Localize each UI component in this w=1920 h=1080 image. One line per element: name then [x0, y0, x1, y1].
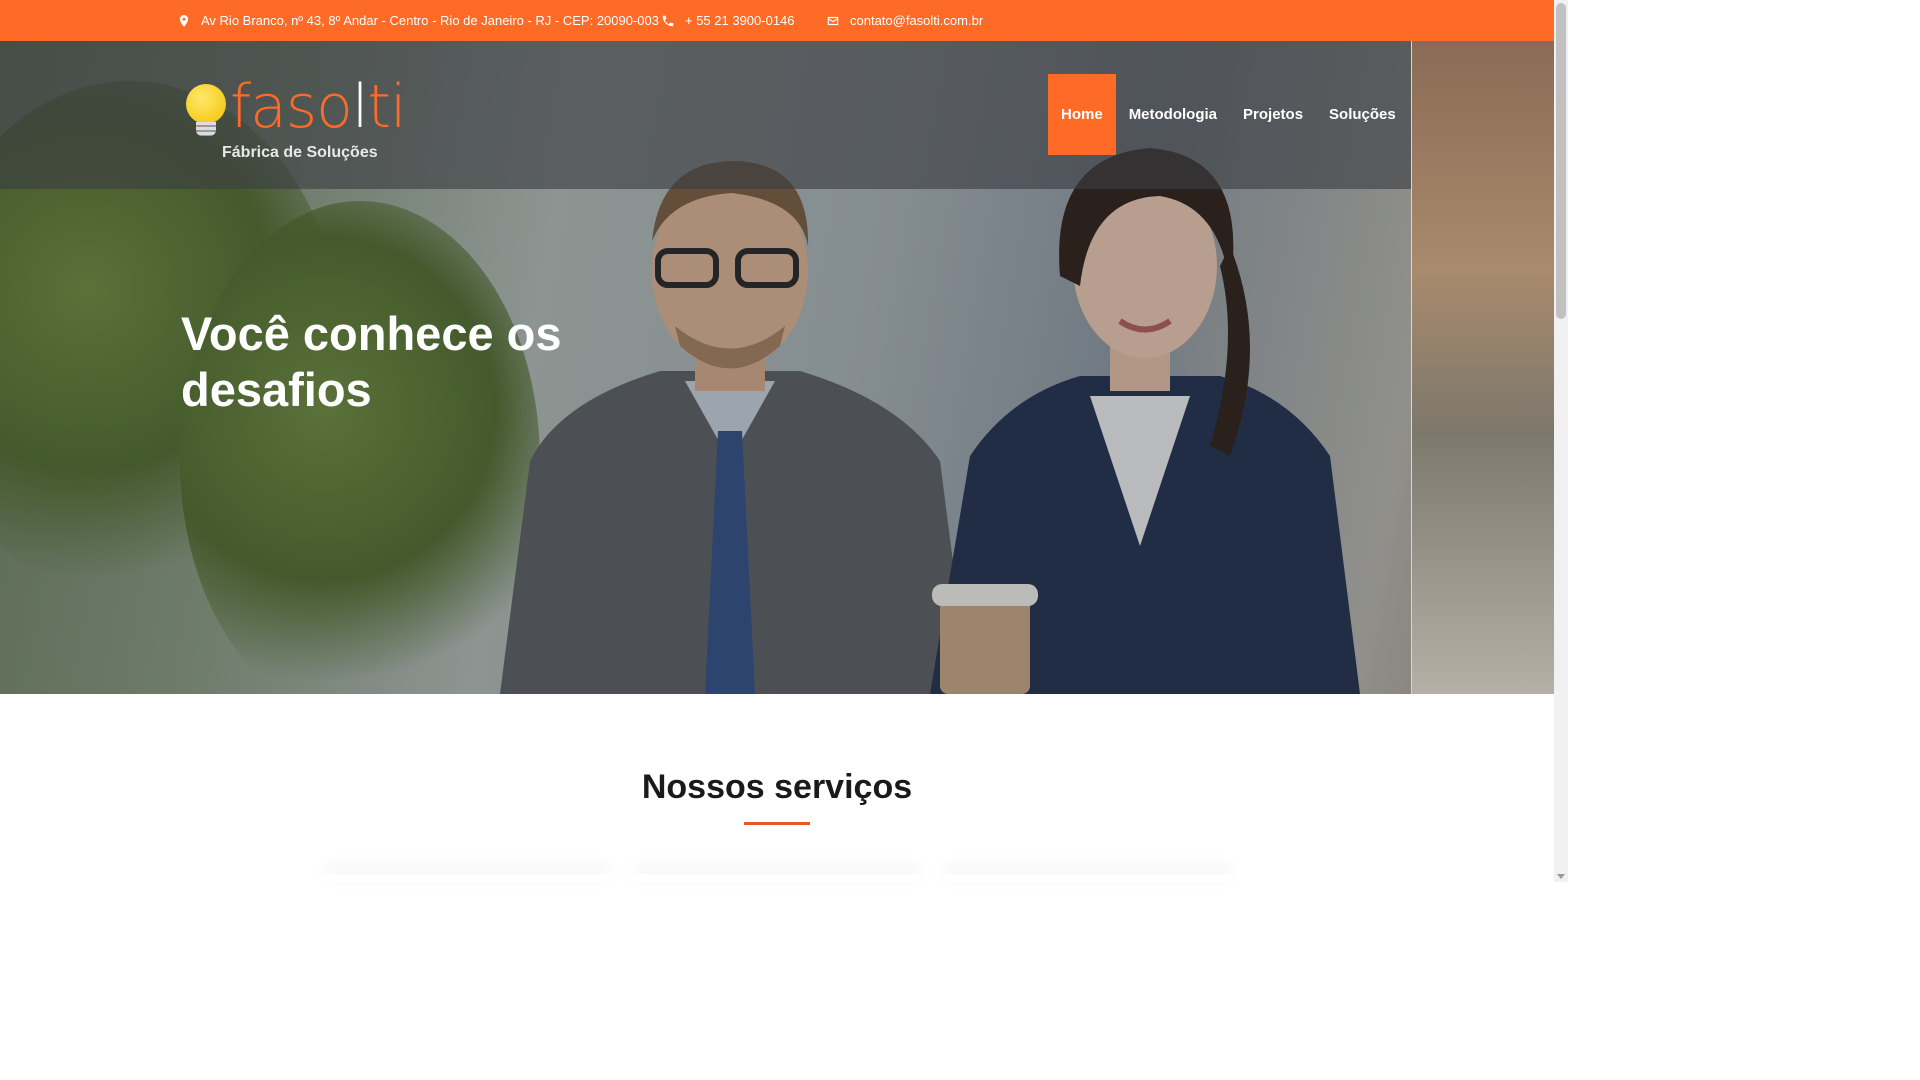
services-underline	[744, 822, 810, 825]
phone-info[interactable]: + 55 21 3900-0146	[661, 0, 795, 41]
hero-headline: Você conhece os desafios	[181, 307, 562, 416]
address-text: Av Rio Branco, nº 43, 8º Andar - Centro …	[201, 13, 659, 28]
phone-icon	[662, 15, 674, 26]
page-scrollbar[interactable]	[1554, 0, 1568, 882]
scroll-down-arrow-icon[interactable]	[1557, 874, 1565, 879]
scrollbar-thumb[interactable]	[1556, 3, 1566, 319]
lightbulb-icon	[186, 84, 226, 124]
main-nav: Home Metodologia Projetos Soluções	[1048, 74, 1409, 155]
site-logo[interactable]: fasolti Fábrica de Soluções	[182, 72, 407, 164]
envelope-icon	[827, 16, 839, 25]
logo-tagline: Fábrica de Soluções	[222, 144, 378, 161]
top-info-bar: Av Rio Branco, nº 43, 8º Andar - Centro …	[0, 0, 1554, 41]
nav-item-home[interactable]: Home	[1048, 74, 1116, 155]
service-card[interactable]	[324, 874, 609, 882]
service-card[interactable]	[944, 874, 1232, 882]
next-slide-preview[interactable]	[1411, 41, 1554, 694]
nav-item-projetos[interactable]: Projetos	[1230, 74, 1316, 155]
email-info[interactable]: contato@fasolti.com.br	[826, 0, 983, 41]
map-pin-icon	[179, 14, 189, 27]
nav-item-solucoes[interactable]: Soluções	[1316, 74, 1409, 155]
service-card[interactable]	[634, 874, 920, 882]
phone-text[interactable]: + 55 21 3900-0146	[685, 13, 795, 28]
logo-wordmark: fasolti	[230, 72, 407, 142]
nav-item-metodologia[interactable]: Metodologia	[1116, 74, 1230, 155]
email-text[interactable]: contato@fasolti.com.br	[850, 13, 983, 28]
address-info: Av Rio Branco, nº 43, 8º Andar - Centro …	[177, 0, 659, 41]
lightbulb-base	[196, 122, 216, 136]
services-heading: Nossos serviços	[641, 768, 913, 806]
